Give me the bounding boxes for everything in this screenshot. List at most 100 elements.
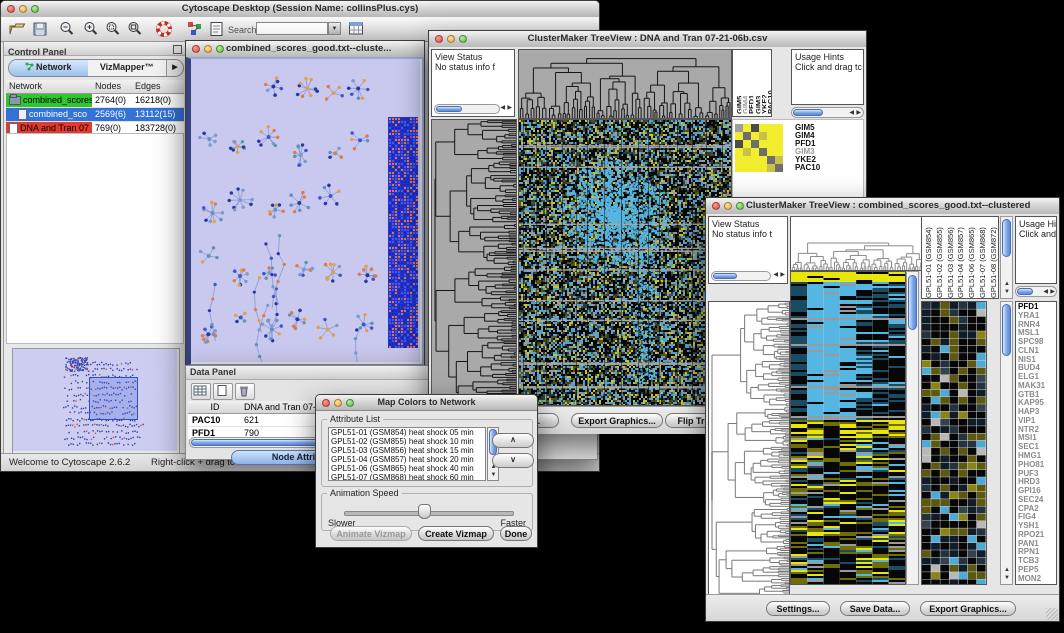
usage-hints-text: Click and — [1019, 229, 1056, 239]
attribute-list-item[interactable]: GPL51-07 (GSM868) heat shock 60 min — [329, 473, 485, 481]
column-label: GIM3 — [754, 50, 760, 114]
vizmap-modules-icon[interactable] — [186, 20, 204, 38]
treeview2-button-bar: Settings... Save Data... Export Graphics… — [706, 594, 1059, 621]
export-graphics-button[interactable]: Export Graphics... — [920, 601, 1016, 616]
tab-overflow-arrow[interactable]: ▶ — [166, 60, 183, 76]
open-file-icon[interactable] — [8, 20, 26, 38]
scroll-left-arrow[interactable]: ◀ — [1043, 289, 1048, 296]
delete-trash-icon[interactable] — [235, 383, 255, 400]
scroll-down-arrow[interactable]: ▼ — [1004, 575, 1010, 582]
close-button[interactable] — [7, 5, 15, 13]
row-dendrogram[interactable] — [431, 119, 517, 406]
zoom-out-icon[interactable] — [58, 20, 76, 38]
scroll-left-arrow[interactable]: ◀ — [849, 110, 854, 117]
resize-grip[interactable] — [1046, 608, 1058, 620]
float-panel-icon[interactable] — [173, 45, 182, 54]
desktop: { "palette":{ "network_bg":"#c9c9ef","se… — [0, 0, 1064, 633]
save-data-button[interactable]: Save Data... — [840, 601, 910, 616]
help-lifesaver-icon[interactable] — [155, 20, 173, 38]
minimize-button[interactable] — [334, 399, 342, 407]
scroll-down-arrow[interactable]: ▼ — [1004, 289, 1010, 296]
usage-hints-scrollbar[interactable]: ◀ ▶ — [1015, 286, 1057, 297]
zoom-button[interactable] — [346, 399, 354, 407]
close-button[interactable] — [322, 399, 330, 407]
treeview2-titlebar[interactable]: ClusterMaker TreeView : combined_scores_… — [706, 198, 1059, 215]
global-heatmap[interactable] — [518, 119, 732, 406]
dialog-titlebar[interactable]: Map Colors to Network — [316, 395, 537, 411]
search-input[interactable] — [256, 22, 328, 35]
zoom-button[interactable] — [31, 5, 39, 13]
network-window-titlebar[interactable]: combined_scores_good.txt--cluste... — [186, 41, 424, 58]
attribute-list-item[interactable]: GPL51-02 (GSM855) heat shock 10 min — [329, 437, 485, 446]
scroll-right-arrow[interactable]: ▶ — [1050, 289, 1055, 296]
scroll-right-arrow[interactable]: ▶ — [780, 272, 785, 279]
usage-hints-scrollbar[interactable]: ◀ ▶ — [791, 107, 864, 118]
column-dendrogram[interactable] — [790, 216, 925, 271]
annotation-icon[interactable] — [208, 20, 226, 38]
tab-network[interactable]: Network — [9, 60, 88, 76]
global-heatmap-scrollbar[interactable] — [906, 271, 919, 585]
scroll-up-arrow[interactable]: ▲ — [1004, 567, 1010, 574]
attribute-list-item[interactable]: GPL51-04 (GSM857) heat shock 20 min — [329, 455, 485, 464]
global-heatmap[interactable] — [790, 271, 906, 585]
attribute-editor-icon[interactable] — [347, 20, 365, 38]
close-button[interactable] — [712, 202, 720, 210]
column-labels-scrollbar[interactable]: ▲ ▼ — [1000, 216, 1013, 299]
minimize-button[interactable] — [724, 202, 732, 210]
close-button[interactable] — [435, 35, 443, 43]
attribute-list-group: Attribute List GPL51-01 (GSM854) heat sh… — [321, 419, 533, 487]
minimize-button[interactable] — [204, 45, 212, 53]
scroll-left-arrow[interactable]: ◀ — [773, 272, 778, 279]
zoom-heatmap-scrollbar[interactable]: ▲ ▼ — [1000, 301, 1013, 585]
search-dropdown-arrow[interactable]: ▼ — [328, 22, 341, 35]
zoom-button[interactable] — [736, 202, 744, 210]
tab-vizmapper[interactable]: VizMapper™ — [88, 60, 167, 76]
animation-speed-slider-thumb[interactable] — [418, 504, 431, 519]
scroll-down-arrow[interactable]: ▼ — [491, 472, 497, 479]
minimize-button[interactable] — [447, 35, 455, 43]
move-down-button[interactable]: ∨ — [492, 453, 534, 468]
network-table-header: Network Nodes Edges — [6, 80, 184, 94]
column-dendrogram[interactable] — [518, 49, 732, 119]
scroll-right-arrow[interactable]: ▶ — [856, 110, 861, 117]
move-up-button[interactable]: ∧ — [492, 433, 534, 448]
export-graphics-button[interactable]: Export Graphics... — [571, 413, 663, 428]
attribute-list-item[interactable]: GPL51-06 (GSM865) heat shock 40 min — [329, 464, 485, 473]
create-vizmap-button[interactable]: Create Vizmap — [418, 526, 494, 541]
attribute-list-item[interactable]: GPL51-01 (GSM854) heat shock 05 min — [329, 428, 485, 437]
scroll-left-arrow[interactable]: ◀ — [500, 105, 505, 112]
network-list-empty-area — [6, 133, 184, 344]
view-status-text: No status info f — [435, 62, 495, 72]
zoom-fit-icon[interactable] — [126, 20, 144, 38]
save-icon[interactable] — [31, 20, 49, 38]
zoom-in-icon[interactable] — [82, 20, 100, 38]
zoom-heatmap[interactable] — [735, 124, 783, 172]
animate-vizmap-button[interactable]: Animate Vizmap — [330, 526, 412, 541]
zoom-heatmap[interactable] — [921, 301, 987, 585]
view-status-scrollbar[interactable] — [434, 104, 500, 114]
column-label: PAC10 — [766, 50, 772, 114]
gene-label[interactable]: MON2 — [1018, 575, 1056, 584]
control-panel-title: Control Panel — [4, 47, 67, 57]
zoom-button[interactable] — [459, 35, 467, 43]
scroll-right-arrow[interactable]: ▶ — [507, 105, 512, 112]
zoom-selected-icon[interactable] — [104, 20, 122, 38]
close-button[interactable] — [192, 45, 200, 53]
network-overview-panel[interactable] — [12, 348, 180, 454]
view-status-scrollbar[interactable] — [711, 271, 771, 281]
new-attribute-icon[interactable] — [213, 383, 233, 400]
network-table-row[interactable]: combined_scores 2764(0) 16218(0) — [6, 94, 184, 108]
settings-button[interactable]: Settings... — [766, 601, 830, 616]
network-graph-canvas[interactable] — [191, 59, 420, 362]
treeview1-titlebar[interactable]: ClusterMaker TreeView : DNA and Tran 07-… — [429, 31, 866, 48]
zoom-button[interactable] — [216, 45, 224, 53]
network-table-row[interactable]: combined_sco 2569(6) 13112(15) — [6, 108, 184, 122]
done-button[interactable]: Done — [500, 526, 532, 541]
main-titlebar[interactable]: Cytoscape Desktop (Session Name: collins… — [1, 1, 599, 18]
treeview1-title: ClusterMaker TreeView : DNA and Tran 07-… — [429, 31, 866, 47]
table-grid-icon[interactable] — [191, 383, 211, 400]
minimize-button[interactable] — [19, 5, 27, 13]
scroll-up-arrow[interactable]: ▲ — [1004, 281, 1010, 288]
row-dendrogram[interactable] — [708, 301, 790, 603]
attribute-list-item[interactable]: GPL51-03 (GSM856) heat shock 15 min — [329, 446, 485, 455]
